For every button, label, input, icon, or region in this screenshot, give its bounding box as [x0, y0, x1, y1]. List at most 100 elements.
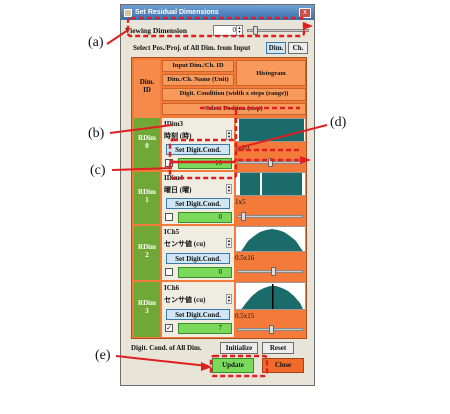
position-value: 7 — [218, 324, 223, 332]
position-value: 0 — [218, 268, 223, 276]
select-row: Select Pos./Proj. of All Dim. from Input… — [125, 42, 310, 55]
digit-condition-value: 0.5x15 — [235, 312, 255, 320]
initialize-button[interactable]: Initialize — [220, 342, 258, 354]
histogram-bars — [241, 284, 303, 309]
rdim-text: RDim — [138, 134, 156, 142]
histogram-bars — [239, 119, 304, 141]
callout-e: (e) — [95, 348, 111, 363]
rdim-label-1: RDim 1 — [134, 172, 160, 224]
window-title: Set Residual Dimensions — [135, 9, 219, 16]
viewing-dimension-spinner[interactable]: 0 ▲ ▼ — [213, 25, 243, 36]
position-slider-2[interactable] — [235, 266, 306, 278]
slider-thumb[interactable] — [269, 325, 274, 334]
title-bar: Set Residual Dimensions x — [121, 5, 314, 20]
input-dim-id: ICh5 — [164, 228, 180, 236]
histogram-bars — [262, 173, 302, 195]
set-digit-cond-button[interactable]: Set Digit.Cond. — [166, 309, 230, 320]
rdim-text: RDim — [138, 188, 156, 196]
input-dim-id: IDim4 — [164, 174, 184, 182]
slider-thumb[interactable] — [241, 212, 246, 221]
input-dim-id: IDim3 — [164, 120, 184, 128]
histogram-1 — [235, 172, 306, 196]
digit-cond-all-label: Digit. Cond. of All Dim. — [131, 344, 202, 352]
digit-condition-value: 1x5 — [235, 198, 246, 206]
position-slider-0[interactable] — [235, 157, 306, 169]
position-value-box[interactable]: 10 — [178, 158, 232, 169]
position-value: 10 — [215, 159, 222, 167]
histogram-header: Histogram — [236, 60, 306, 86]
digit-condition-header: Digit. Condition (width x steps (range)) — [162, 88, 306, 101]
set-digit-cond-button[interactable]: Set Digit.Cond. — [166, 253, 230, 264]
viewing-dimension-slider-thumb[interactable] — [253, 26, 258, 35]
position-slider-1[interactable] — [235, 211, 306, 223]
slider-track[interactable] — [237, 215, 303, 218]
position-value: 0 — [218, 213, 223, 221]
ch-button[interactable]: Ch. — [288, 42, 308, 54]
position-checkbox[interactable] — [165, 213, 173, 221]
input-dim-id: ICh6 — [164, 284, 180, 292]
app-icon — [124, 8, 132, 17]
name-spinner-icon[interactable]: ▲ ▼ — [226, 294, 232, 304]
dimension-group-2: ICh5 センサ値 (cu) ▲ ▼ Set Digit.Cond. 0 — [162, 226, 234, 280]
reset-button[interactable]: Reset — [262, 342, 294, 354]
slider-thumb[interactable] — [268, 158, 273, 167]
histogram-bars — [241, 229, 303, 251]
dimension-group-3: ICh6 センサ値 (cu) ▲ ▼ Set Digit.Cond. ✓ 7 — [162, 282, 234, 337]
window-close-icon[interactable]: x — [299, 7, 311, 18]
rdim-label-0: RDim 0 — [134, 118, 160, 170]
spinner-arrows-icon[interactable]: ▲ ▼ — [236, 26, 242, 35]
rdim-label-2: RDim 2 — [134, 226, 160, 280]
name-spinner-icon[interactable]: ▲ ▼ — [226, 184, 232, 194]
rdim-label-3: RDim 3 — [134, 282, 160, 337]
position-checkbox[interactable] — [165, 268, 173, 276]
callout-a: (a) — [88, 35, 104, 50]
dim-id-header-line2: ID — [143, 86, 151, 94]
histogram-0 — [235, 118, 306, 142]
rdim-text: RDim — [138, 243, 156, 251]
set-residual-dimensions-window: Set Residual Dimensions x Viewing Dimens… — [120, 4, 315, 386]
position-value-box[interactable]: 0 — [178, 267, 232, 278]
dim-name-unit: センサ値 (cu) — [164, 296, 206, 304]
position-checkbox[interactable] — [165, 159, 173, 167]
digit-condition-value: 0.5x16 — [235, 254, 255, 262]
select-row-label: Select Pos./Proj. of All Dim. from Input — [133, 44, 251, 52]
dim-name-unit: 曜日 (曜) — [164, 186, 192, 194]
position-value-box[interactable]: 0 — [178, 212, 232, 223]
dimension-group-0: IDim3 時刻 (時) ▲ ▼ Set Digit.Cond. 10 — [162, 118, 234, 170]
position-slider-3[interactable] — [235, 324, 306, 336]
slider-track[interactable] — [237, 270, 303, 273]
viewing-dimension-row: Viewing Dimension 0 ▲ ▼ — [125, 24, 310, 38]
rdim-number: 3 — [145, 307, 149, 315]
dim-button[interactable]: Dim. — [266, 42, 286, 54]
set-digit-cond-button[interactable]: Set Digit.Cond. — [166, 198, 230, 209]
set-digit-cond-button[interactable]: Set Digit.Cond. — [166, 144, 230, 155]
viewing-dimension-label: Viewing Dimension — [125, 26, 188, 35]
callout-b: (b) — [88, 126, 105, 141]
dim-name-unit: センサ値 (cu) — [164, 240, 206, 248]
histogram-2 — [235, 226, 306, 252]
name-spinner-icon[interactable]: ▲ ▼ — [226, 130, 232, 140]
input-dim-header: Input Dim./Ch. ID — [162, 60, 234, 72]
rdim-number: 2 — [145, 251, 149, 259]
dim-id-header-line1: Dim. — [139, 78, 155, 86]
name-spinner-icon[interactable]: ▲ ▼ — [226, 238, 232, 248]
position-checkbox[interactable]: ✓ — [165, 324, 173, 332]
callout-c: (c) — [90, 163, 106, 178]
name-unit-header: Dim./Ch. Name (Unit) — [162, 74, 234, 86]
dim-id-header: Dim. ID — [134, 60, 160, 118]
dimension-group-1: IDim4 曜日 (曜) ▲ ▼ Set Digit.Cond. 0 — [162, 172, 234, 224]
close-button[interactable]: Close — [262, 358, 304, 373]
rdim-number: 1 — [145, 196, 149, 204]
rdim-number: 0 — [145, 142, 149, 150]
callout-d: (d) — [330, 115, 347, 130]
dim-name-unit: 時刻 (時) — [164, 132, 192, 140]
position-value-box[interactable]: 7 — [178, 323, 232, 334]
select-position-header: Select Position (step) — [162, 103, 306, 115]
digit-condition-value: 1x20 — [235, 144, 249, 152]
dimension-panel: Dim. ID Input Dim./Ch. ID Dim./Ch. Name … — [131, 57, 307, 339]
histogram-bars — [240, 173, 260, 195]
histogram-3 — [235, 282, 306, 310]
update-button[interactable]: Update — [212, 358, 254, 373]
rdim-text: RDim — [138, 299, 156, 307]
slider-thumb[interactable] — [271, 267, 276, 276]
